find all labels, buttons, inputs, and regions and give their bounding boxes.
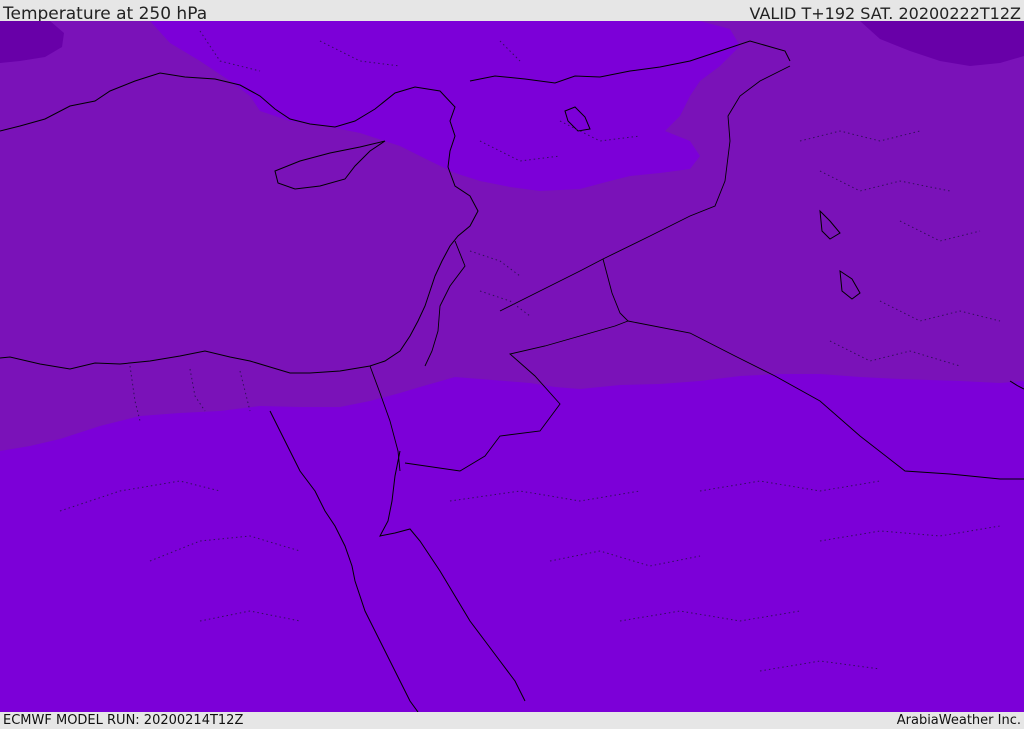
map-canvas	[0, 21, 1024, 712]
temperature-map	[0, 21, 1024, 712]
model-run-label: ECMWF MODEL RUN: 20200214T12Z	[3, 713, 244, 728]
map-header: Temperature at 250 hPa VALID T+192 SAT. …	[0, 0, 1024, 24]
map-footer: ECMWF MODEL RUN: 20200214T12Z ArabiaWeat…	[0, 712, 1024, 729]
credit-label: ArabiaWeather Inc.	[896, 713, 1021, 728]
